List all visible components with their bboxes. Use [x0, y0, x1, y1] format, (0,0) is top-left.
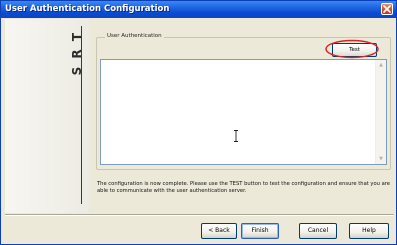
help-button[interactable]: Help [349, 223, 389, 239]
group-label: User Authentication [105, 31, 164, 41]
back-button[interactable]: < Back [201, 223, 237, 239]
vertical-scrollbar[interactable]: ▲ ▼ [375, 60, 386, 164]
title-bar[interactable]: User Authentication Configuration [1, 1, 396, 18]
button-separator [5, 214, 394, 216]
finish-button[interactable]: Finish [241, 223, 279, 239]
result-textarea[interactable]: ▲ ▼ [100, 59, 387, 165]
completion-message: The configuration is now complete. Pleas… [97, 181, 391, 194]
window-title: User Authentication Configuration [5, 4, 170, 14]
scroll-up-icon[interactable]: ▲ [376, 60, 386, 70]
logo-letter-r: R [70, 49, 84, 59]
close-button[interactable] [381, 3, 393, 15]
close-icon [383, 5, 391, 13]
test-button[interactable]: Test [332, 43, 377, 57]
logo-letter-s: S [70, 66, 84, 76]
scroll-down-icon[interactable]: ▼ [376, 154, 386, 164]
cancel-button[interactable]: Cancel [299, 223, 337, 239]
dialog-window: User Authentication Configuration T R S … [0, 0, 397, 245]
logo-letter-t: T [70, 32, 84, 42]
